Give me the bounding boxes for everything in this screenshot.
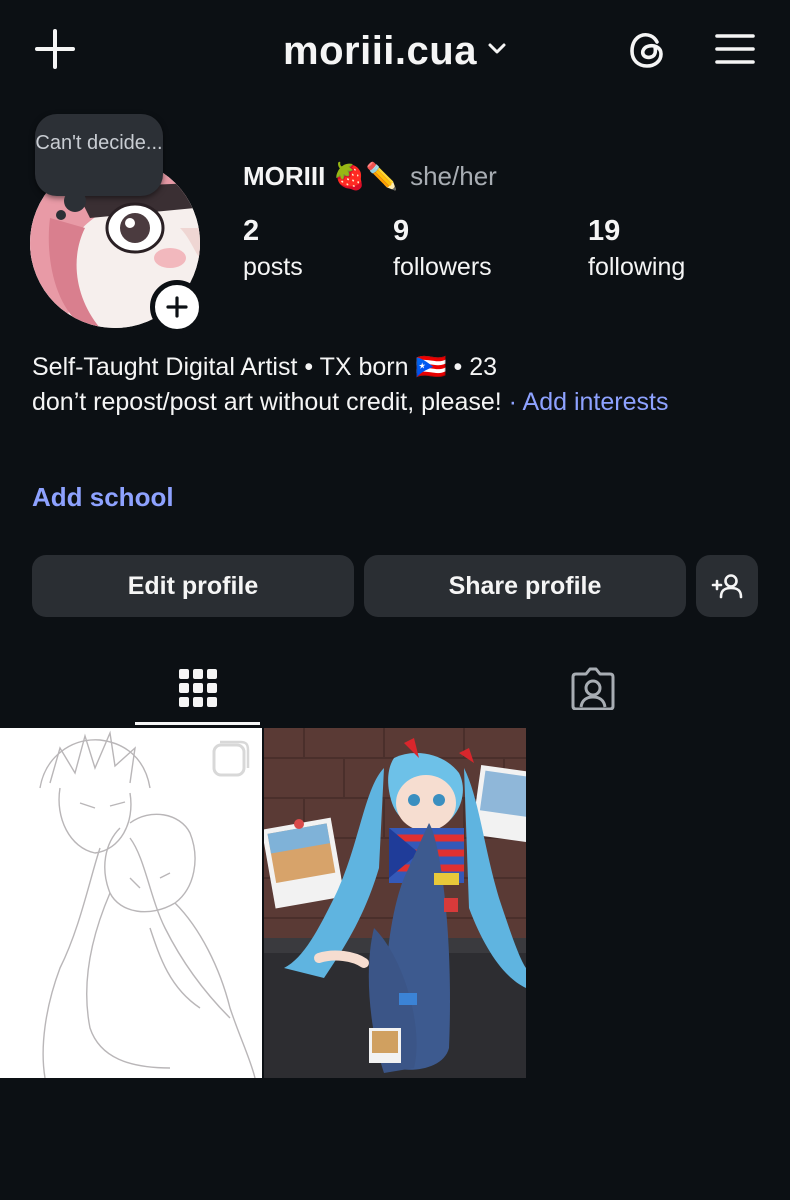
add-school-link[interactable]: Add school [32, 482, 174, 513]
note-bubble[interactable]: Can't decide... [35, 114, 163, 196]
bio-line-2: don’t repost/post art without credit, pl… [32, 385, 752, 420]
followers-stat[interactable]: 9 followers [393, 214, 492, 286]
following-label: following [588, 253, 686, 281]
bio-separator: · [501, 388, 523, 416]
post-thumbnail-2[interactable] [264, 728, 526, 1078]
username: moriii.cua [283, 28, 477, 73]
tab-grid[interactable] [135, 650, 260, 726]
plus-icon [166, 296, 188, 318]
bio-line-1: Self-Taught Digital Artist • TX born 🇵🇷 … [32, 353, 498, 381]
add-person-icon [711, 574, 743, 599]
top-bar: moriii.cua [0, 0, 790, 100]
followers-count: 9 [393, 215, 410, 247]
followers-label: followers [393, 253, 492, 281]
name-emojis: 🍓✏️ [333, 160, 399, 191]
bio: Self-Taught Digital Artist • TX born 🇵🇷 … [32, 350, 752, 420]
add-story-button[interactable] [150, 280, 204, 334]
grid-icon [178, 669, 217, 707]
following-stat[interactable]: 19 following [588, 214, 685, 286]
note-bubble-tail [64, 190, 86, 212]
note-bubble-tail-small [56, 210, 66, 220]
posts-label: posts [243, 253, 303, 281]
bio-line-2-text: don’t repost/post art without credit, pl… [32, 388, 502, 416]
add-interests-link[interactable]: Add interests [523, 388, 669, 416]
note-text: Can't decide... [35, 132, 163, 154]
posts-count: 2 [243, 215, 260, 247]
posts-stat[interactable]: 2 posts [243, 214, 303, 286]
share-profile-button[interactable]: Share profile [364, 555, 686, 617]
following-count: 19 [588, 215, 621, 247]
edit-profile-button[interactable]: Edit profile [32, 555, 354, 617]
discover-people-button[interactable] [696, 555, 758, 617]
active-tab-indicator [135, 722, 260, 725]
post-thumbnail-1[interactable] [0, 728, 262, 1078]
tab-tagged[interactable] [530, 650, 655, 726]
tagged-person-icon [571, 667, 614, 710]
display-name-row: MORIII 🍓✏️ she/her [243, 156, 497, 196]
chevron-down-icon [487, 42, 507, 61]
hamburger-menu-icon[interactable] [710, 26, 760, 72]
display-name: MORIII [243, 160, 326, 191]
pronouns: she/her [410, 160, 497, 191]
threads-icon[interactable] [622, 24, 674, 76]
